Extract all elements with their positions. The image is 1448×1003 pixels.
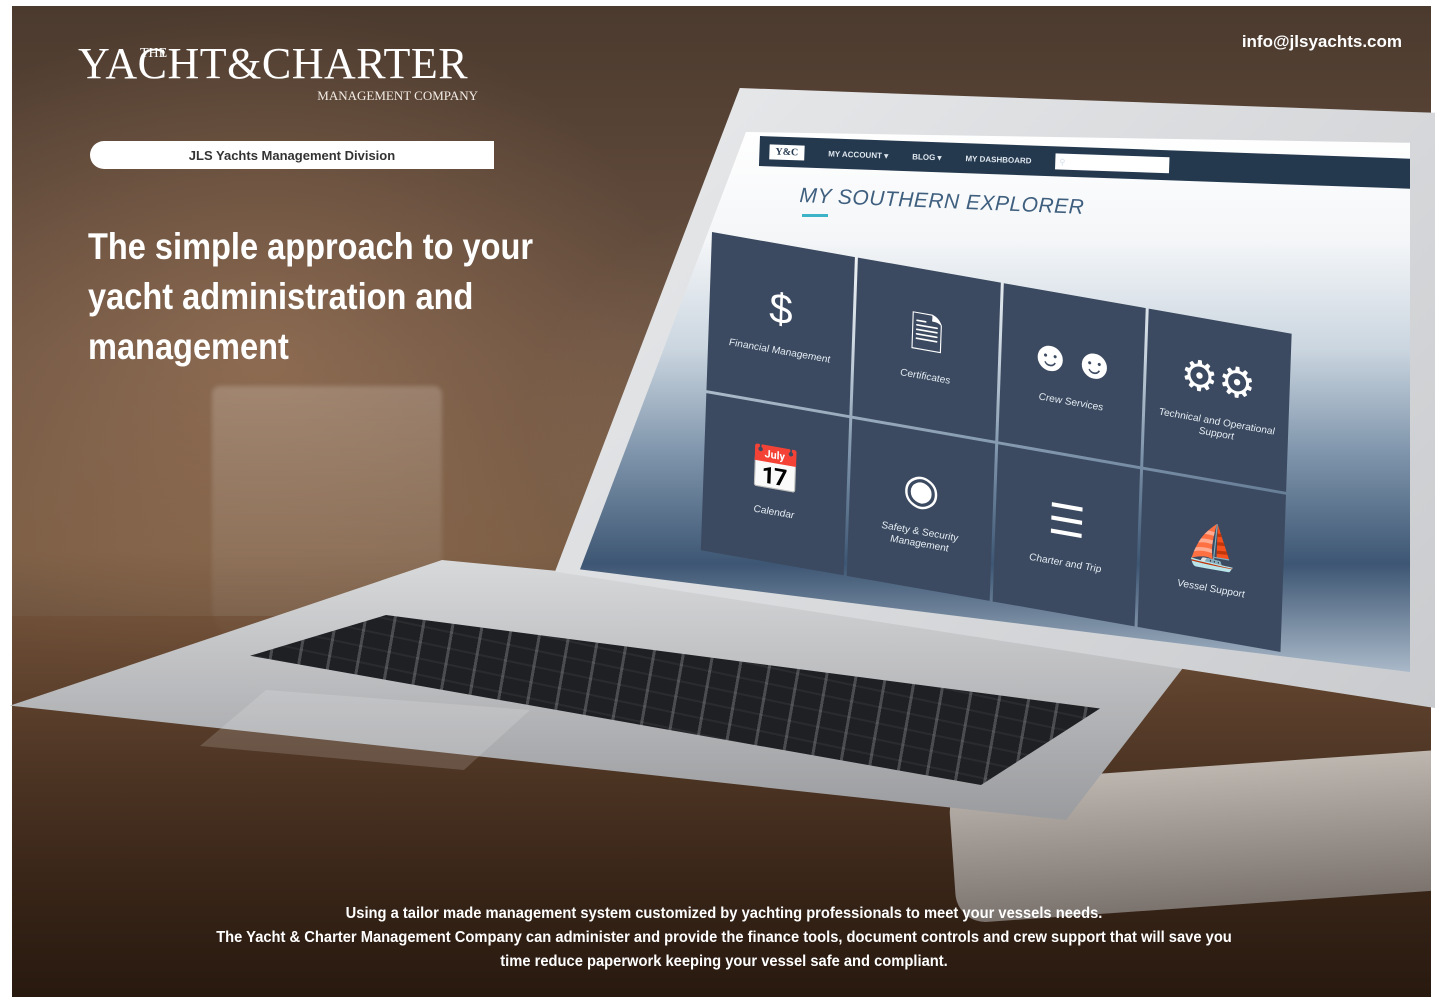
tile-certificates[interactable]: 🗎 Certificates — [852, 257, 1001, 441]
tile-label: Technical and Operational Support — [1158, 406, 1275, 443]
tile-technical-support[interactable]: ⚙⚙ Technical and Operational Support — [1143, 308, 1292, 492]
yacht-icon: ⛵ — [1185, 518, 1240, 575]
company-logo: THE YACHT&CHARTER MANAGEMENT COMPANY — [78, 42, 498, 104]
lifebuoy-icon: ◉ — [902, 462, 941, 516]
service-tile-grid: $ Financial Management 🗎 Certificates ☻☻… — [700, 232, 1292, 652]
blog-menu[interactable]: BLOG ▾ — [912, 152, 942, 162]
division-banner: JLS Yachts Management Division — [90, 141, 494, 169]
checklist-icon: ☰ — [1047, 493, 1087, 548]
search-icon: ⚲ — [1059, 156, 1066, 167]
title-underline — [802, 214, 828, 217]
app-navbar: Y&C MY ACCOUNT ▾ BLOG ▾ MY DASHBOARD ⚲ — [758, 136, 1410, 190]
tile-label: Vessel Support — [1177, 577, 1245, 601]
tile-safety-security[interactable]: ◉ Safety & Security Management — [846, 418, 995, 601]
tile-financial-management[interactable]: $ Financial Management — [706, 232, 855, 415]
calendar-icon: 📅 — [748, 441, 803, 498]
headline: The simple approach to your yacht admini… — [88, 226, 534, 367]
tile-label: Charter and Trip — [1029, 551, 1102, 576]
tile-charter-trip[interactable]: ☰ Charter and Trip — [992, 443, 1141, 627]
tile-label: Certificates — [900, 367, 951, 388]
logo-wordmark: YACHT&CHARTER — [78, 39, 469, 88]
app-logo[interactable]: Y&C — [769, 143, 805, 161]
my-dashboard-link[interactable]: MY DASHBOARD — [965, 154, 1031, 165]
money-hands-icon: $ — [768, 283, 794, 335]
search-input[interactable]: ⚲ — [1055, 153, 1170, 174]
footer-line-2: The Yacht & Charter Management Company c… — [216, 929, 1232, 946]
certificate-icon: 🗎 — [909, 308, 945, 361]
vessel-title: MY SOUTHERN EXPLORER — [799, 184, 1085, 219]
tile-calendar[interactable]: 📅 Calendar — [700, 392, 850, 576]
footer-line-1: Using a tailor made management system cu… — [345, 905, 1103, 922]
logo-subtitle: MANAGEMENT COMPANY — [317, 88, 478, 103]
tile-crew-services[interactable]: ☻☻ Crew Services — [997, 283, 1146, 466]
tile-label: Crew Services — [1038, 391, 1104, 414]
tile-vessel-support[interactable]: ⛵ Vessel Support — [1137, 469, 1287, 652]
crew-icon: ☻☻ — [1027, 328, 1118, 392]
gears-icon: ⚙⚙ — [1179, 349, 1257, 410]
contact-email-link[interactable]: info@jlsyachts.com — [1242, 32, 1402, 52]
tile-label: Safety & Security Management — [881, 519, 959, 555]
tile-label: Financial Management — [728, 337, 831, 367]
footer-line-3: time reduce paperwork keeping your vesse… — [500, 953, 948, 970]
tile-label: Calendar — [753, 503, 795, 522]
my-account-menu[interactable]: MY ACCOUNT ▾ — [828, 149, 888, 160]
footer-text: Using a tailor made management system cu… — [0, 902, 1448, 974]
